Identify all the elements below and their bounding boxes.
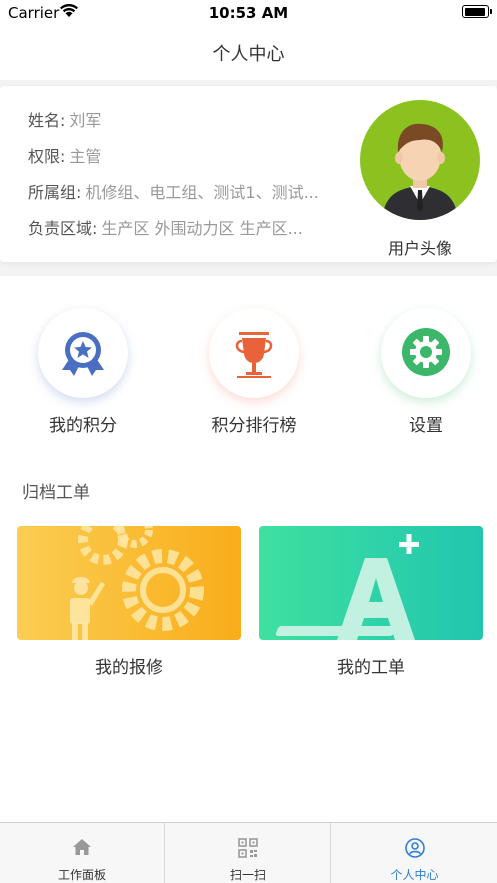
status-bar: Carrier 10:53 AM: [0, 0, 497, 26]
group-label: 所属组:: [28, 183, 82, 202]
qr-scan-icon: [238, 838, 258, 858]
my-repairs-card[interactable]: [17, 526, 241, 640]
page-title: 个人中心: [212, 44, 285, 65]
my-orders-card[interactable]: [259, 526, 483, 640]
tab-scan-label: 扫一扫: [229, 868, 266, 882]
tab-workbench[interactable]: 工作面板: [0, 823, 165, 883]
grade-a-plus-illustration: [275, 534, 419, 640]
my-repairs-label[interactable]: 我的报修: [17, 653, 241, 678]
user-icon: [404, 838, 425, 858]
group-value: 机修组、电工组、测试1、测试...: [85, 183, 319, 202]
avatar-caption: 用户头像: [387, 239, 452, 258]
name-label: 姓名:: [28, 111, 66, 130]
gears-worker-illustration: [70, 526, 204, 640]
tab-profile[interactable]: 个人中心: [332, 823, 497, 883]
tab-profile-label: 个人中心: [390, 868, 439, 882]
my-orders-label[interactable]: 我的工单: [259, 653, 483, 678]
name-value: 刘军: [69, 111, 102, 130]
ranking-button[interactable]: [209, 308, 299, 398]
info-row-name: 姓名: 刘军: [28, 107, 101, 131]
battery-icon: [462, 5, 492, 18]
archive-section-title: 归档工单: [22, 483, 90, 503]
tab-bar: 工作面板 扫一扫 个人中心: [0, 822, 497, 883]
settings-label[interactable]: 设置: [346, 411, 497, 436]
info-row-area: 负责区域: 生产区 外围动力区 生产区...: [28, 215, 303, 239]
info-row-group: 所属组: 机修组、电工组、测试1、测试...: [28, 179, 319, 203]
my-points-button[interactable]: [38, 308, 128, 398]
trophy-icon: [235, 332, 273, 378]
medal-icon: [62, 332, 104, 376]
avatar[interactable]: [360, 100, 480, 220]
settings-button[interactable]: [381, 308, 471, 398]
gear-icon: [402, 328, 450, 376]
tab-workbench-label: 工作面板: [57, 868, 106, 882]
user-avatar-icon: [382, 123, 458, 220]
ranking-label[interactable]: 积分排行榜: [174, 411, 334, 436]
clock: 10:53 AM: [208, 4, 289, 22]
permission-value: 主管: [69, 147, 102, 166]
tab-scan[interactable]: 扫一扫: [166, 823, 331, 883]
home-icon: [73, 839, 91, 855]
area-value: 生产区 外围动力区 生产区...: [101, 219, 303, 238]
area-label: 负责区域:: [28, 219, 98, 238]
nav-bar: 个人中心: [0, 26, 497, 80]
permission-label: 权限:: [28, 147, 66, 166]
info-row-permission: 权限: 主管: [28, 143, 101, 167]
my-points-label[interactable]: 我的积分: [3, 411, 163, 436]
